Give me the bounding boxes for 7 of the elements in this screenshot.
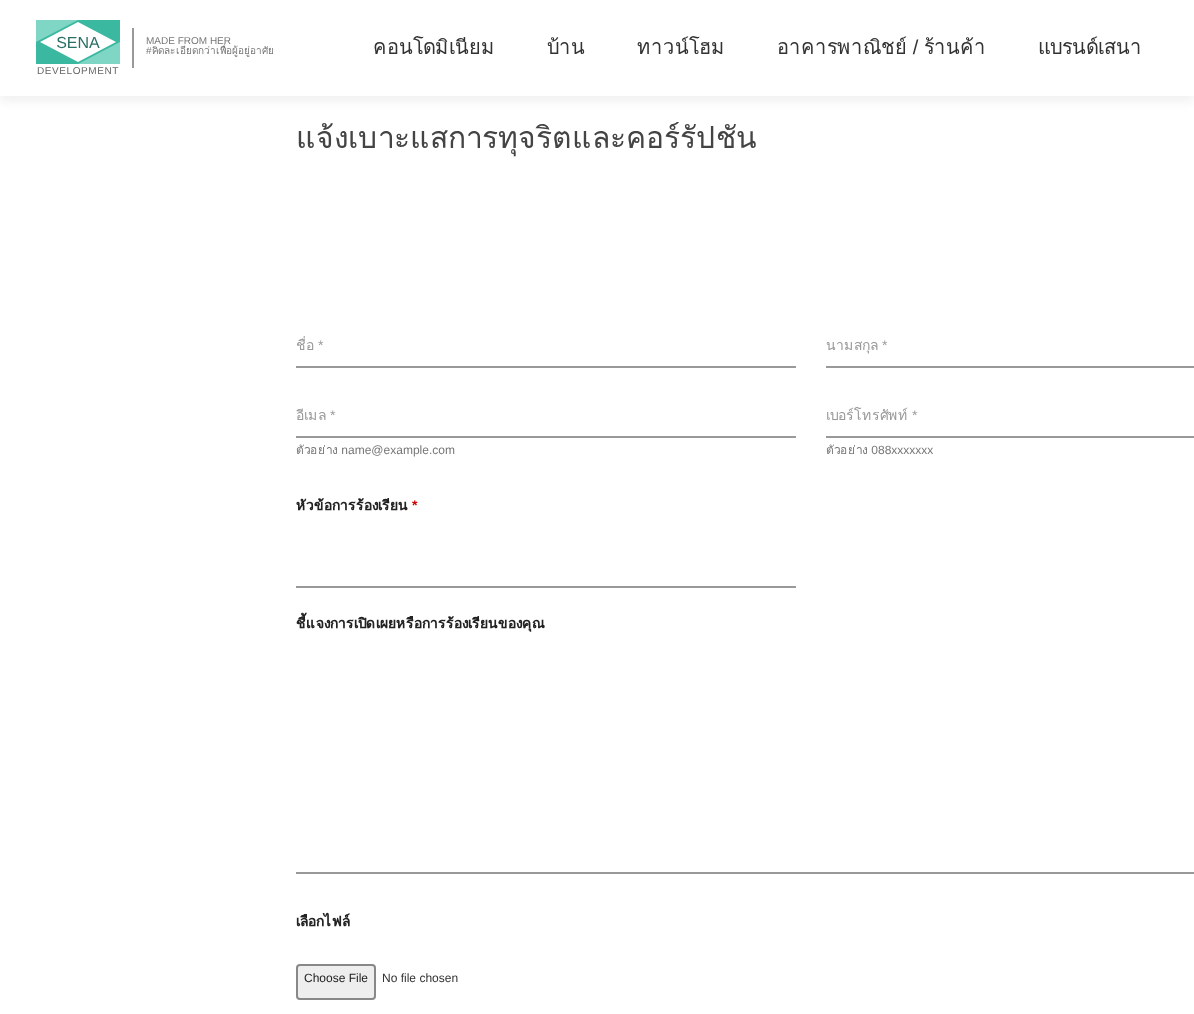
- logo-icon: SENA: [36, 19, 120, 63]
- nav-link[interactable]: แบรนด์เสนา: [1038, 33, 1142, 63]
- nav-link[interactable]: ทาวน์โฮม: [637, 33, 726, 63]
- nav-link[interactable]: บ้าน: [547, 33, 586, 63]
- page-title: แจ้งเบาะแสการทุจริตและคอร์รัปชัน: [296, 124, 758, 154]
- nav-link[interactable]: คอนโดมิเนียม: [373, 33, 496, 63]
- nav-link[interactable]: อาคารพาณิชย์ / ร้านค้า: [777, 33, 986, 63]
